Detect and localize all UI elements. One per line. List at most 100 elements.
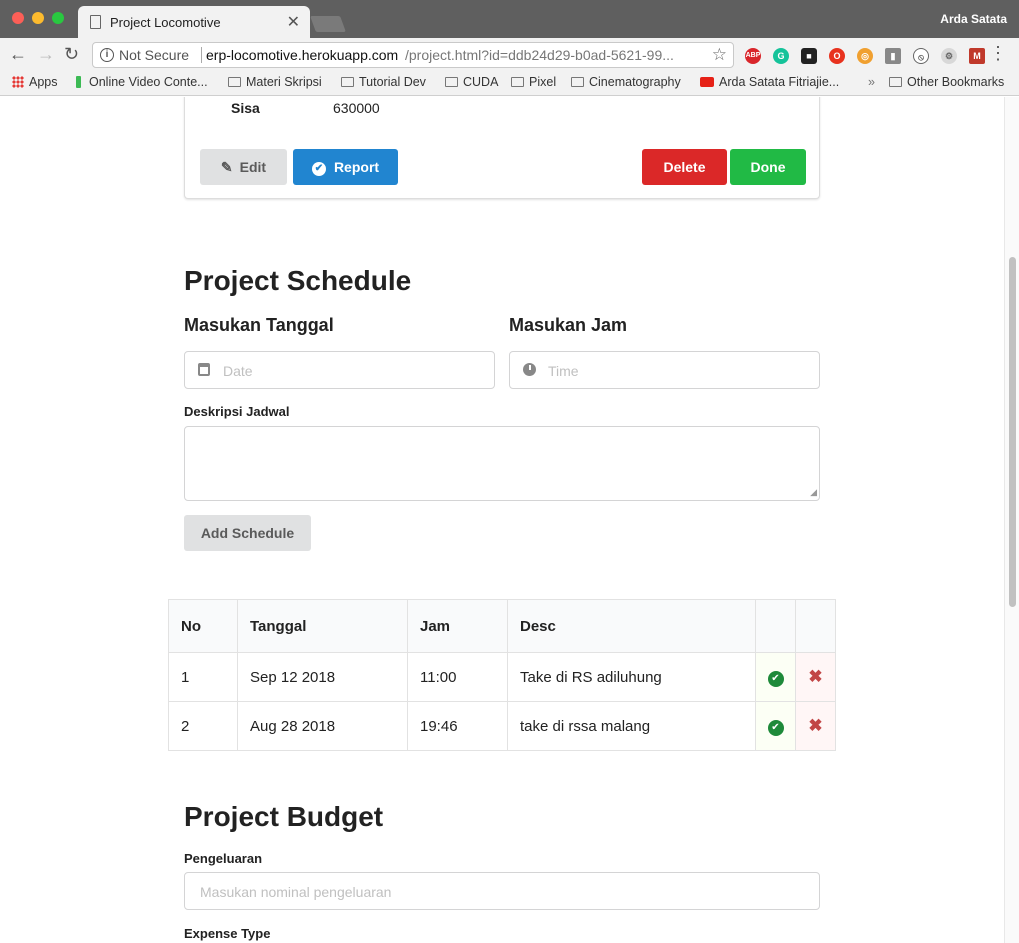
pengeluaran-placeholder: Masukan nominal pengeluaran — [200, 884, 392, 900]
sisa-value: 630000 — [333, 100, 380, 116]
expense-type-label: Expense Type — [184, 926, 271, 941]
budget-title: Project Budget — [184, 801, 384, 832]
settings-extension-icon[interactable]: ⚙ — [941, 48, 957, 64]
minimize-window-button[interactable] — [32, 12, 44, 24]
date-input[interactable]: Date — [184, 351, 495, 389]
desc-label: Deskripsi Jadwal — [184, 404, 290, 419]
remove-cell: ✖ — [795, 652, 836, 702]
header-no: No — [168, 599, 238, 653]
maximize-window-button[interactable] — [52, 12, 64, 24]
calendar-icon — [198, 363, 210, 376]
header-approve — [755, 599, 796, 653]
project-summary-card: Sisa 630000 ✎ Edit ✔ Report Delete Done — [184, 97, 820, 199]
pengeluaran-label: Pengeluaran — [184, 851, 263, 866]
folder-icon — [445, 77, 458, 87]
back-icon[interactable]: ← — [9, 44, 27, 65]
window-titlebar: Project Locomotive ✕ Arda Satata — [0, 0, 1019, 38]
date-heading: Masukan Tanggal — [184, 315, 334, 335]
m-extension-icon[interactable]: M — [969, 48, 985, 64]
edit-icon: ✎ — [220, 159, 233, 175]
address-bar[interactable]: i Not Secure erp-locomotive.herokuapp.co… — [92, 42, 734, 68]
cell-jam: 11:00 — [407, 652, 508, 702]
cell-tanggal: Sep 12 2018 — [237, 652, 408, 702]
approve-cell: ✔ — [755, 701, 796, 751]
folder-icon — [571, 77, 584, 87]
opera-extension-icon[interactable]: O — [829, 48, 845, 64]
bookmark-tutorial-dev[interactable]: Tutorial Dev — [341, 75, 426, 89]
extension-gray-icon[interactable]: ▮ — [885, 48, 901, 64]
browser-tab[interactable]: Project Locomotive ✕ — [78, 6, 310, 38]
url-domain: erp-locomotive.herokuapp.com — [206, 47, 399, 63]
header-desc: Desc — [507, 599, 756, 653]
info-icon[interactable]: i — [100, 48, 114, 62]
color-extension-icon[interactable]: ◎ — [857, 48, 873, 64]
close-icon[interactable]: ✖ — [808, 667, 822, 687]
folder-icon — [228, 77, 241, 87]
tab-close-icon[interactable]: ✕ — [287, 12, 300, 32]
done-button[interactable]: Done — [730, 149, 806, 185]
grammarly-extension-icon[interactable]: G — [773, 48, 789, 64]
page-viewport: Sisa 630000 ✎ Edit ✔ Report Delete Done Pr… — [0, 97, 1019, 943]
tab-title: Project Locomotive — [110, 15, 221, 30]
reload-icon[interactable]: ↻ — [64, 44, 79, 65]
url-path: /project.html?id=ddb24d29-b0ad-5621-99..… — [405, 47, 674, 63]
check-circle-icon[interactable]: ✔ — [767, 670, 784, 687]
bookmark-other[interactable]: Other Bookmarks — [889, 75, 1004, 89]
forward-icon[interactable]: → — [37, 44, 55, 65]
extension-dark-icon[interactable]: ■ — [801, 48, 817, 64]
youtube-icon — [700, 77, 714, 87]
bookmark-star-icon[interactable]: ☆ — [712, 45, 727, 65]
bookmark-pixel[interactable]: Pixel — [511, 75, 556, 89]
adblock-extension-icon[interactable]: ABP — [745, 48, 761, 64]
folder-icon — [889, 77, 902, 87]
page-icon — [90, 15, 101, 29]
time-heading: Masukan Jam — [509, 315, 628, 335]
edit-button[interactable]: ✎ Edit — [200, 149, 287, 185]
table-row: 1 Sep 12 2018 11:00 Take di RS adiluhung… — [168, 652, 836, 702]
apps-grid-icon — [12, 76, 24, 88]
header-tanggal: Tanggal — [237, 599, 408, 653]
bookmark-materi-skripsi[interactable]: Materi Skripsi — [228, 75, 322, 89]
sisa-label: Sisa — [231, 100, 260, 116]
bookmark-green-icon — [76, 76, 81, 88]
bookmark-apps[interactable]: Apps — [12, 75, 58, 89]
security-label: Not Secure — [119, 47, 190, 63]
date-placeholder: Date — [223, 363, 253, 379]
check-circle-icon: ✔ — [311, 162, 326, 176]
time-placeholder: Time — [548, 363, 579, 379]
clock-icon — [523, 363, 536, 376]
cell-no: 2 — [168, 701, 238, 751]
table-row: 2 Aug 28 2018 19:46 take di rssa malang … — [168, 701, 836, 751]
schedule-title: Project Schedule — [184, 265, 412, 296]
resize-handle-icon[interactable]: ◢ — [810, 487, 817, 498]
close-window-button[interactable] — [12, 12, 24, 24]
header-remove — [795, 599, 836, 653]
profile-name[interactable]: Arda Satata — [940, 12, 1007, 26]
bookmarks-overflow-chevron[interactable]: » — [868, 75, 875, 89]
block-extension-icon[interactable]: ⦸ — [913, 48, 929, 64]
browser-menu-icon[interactable]: ⋮ — [989, 43, 1007, 64]
pengeluaran-input[interactable]: Masukan nominal pengeluaran — [184, 872, 820, 910]
delete-button[interactable]: Delete — [642, 149, 727, 185]
cell-desc: take di rssa malang — [507, 701, 756, 751]
check-circle-icon[interactable]: ✔ — [767, 719, 784, 736]
bookmark-youtube-channel[interactable]: Arda Satata Fitriajie... — [700, 75, 839, 89]
bookmark-cinematography[interactable]: Cinematography — [571, 75, 681, 89]
report-button[interactable]: ✔ Report — [293, 149, 398, 185]
add-schedule-button[interactable]: Add Schedule — [184, 515, 311, 551]
cell-jam: 19:46 — [407, 701, 508, 751]
new-tab-button[interactable] — [310, 16, 346, 32]
close-icon[interactable]: ✖ — [808, 716, 822, 736]
url-divider — [201, 47, 202, 63]
page-scrollbar[interactable] — [1004, 97, 1019, 943]
bookmarks-bar: Apps Online Video Conte... Materi Skrips… — [0, 72, 1019, 96]
cell-tanggal: Aug 28 2018 — [237, 701, 408, 751]
time-input[interactable]: Time — [509, 351, 820, 389]
bookmark-cuda[interactable]: CUDA — [445, 75, 498, 89]
bookmark-online-video[interactable]: Online Video Conte... — [76, 75, 208, 89]
approve-cell: ✔ — [755, 652, 796, 702]
scrollbar-thumb[interactable] — [1009, 257, 1016, 607]
table-header-row: No Tanggal Jam Desc — [168, 599, 836, 653]
cell-desc: Take di RS adiluhung — [507, 652, 756, 702]
desc-textarea[interactable]: ◢ — [184, 426, 820, 501]
